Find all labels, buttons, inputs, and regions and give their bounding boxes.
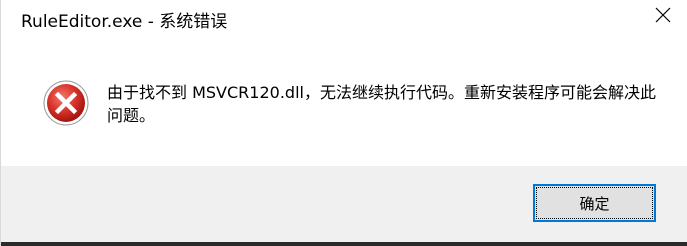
ok-button[interactable]: 确定	[533, 184, 656, 222]
error-message: 由于找不到 MSVCR120.dll，无法继续执行代码。重新安装程序可能会解决此…	[107, 83, 656, 125]
title-bar[interactable]: RuleEditor.exe - 系统错误	[1, 0, 687, 36]
dialog-footer: 确定	[1, 166, 687, 246]
taskbar-edge	[1, 242, 687, 246]
close-icon	[655, 7, 671, 27]
ok-button-label: 确定	[579, 194, 610, 213]
dialog-content: 由于找不到 MSVCR120.dll，无法继续执行代码。重新安装程序可能会解决此…	[1, 36, 687, 166]
window-title: RuleEditor.exe - 系统错误	[21, 12, 228, 32]
error-icon	[43, 80, 89, 126]
error-dialog: RuleEditor.exe - 系统错误 由于找不到 MSVCR120.dll…	[0, 0, 687, 246]
close-button[interactable]	[650, 4, 676, 30]
